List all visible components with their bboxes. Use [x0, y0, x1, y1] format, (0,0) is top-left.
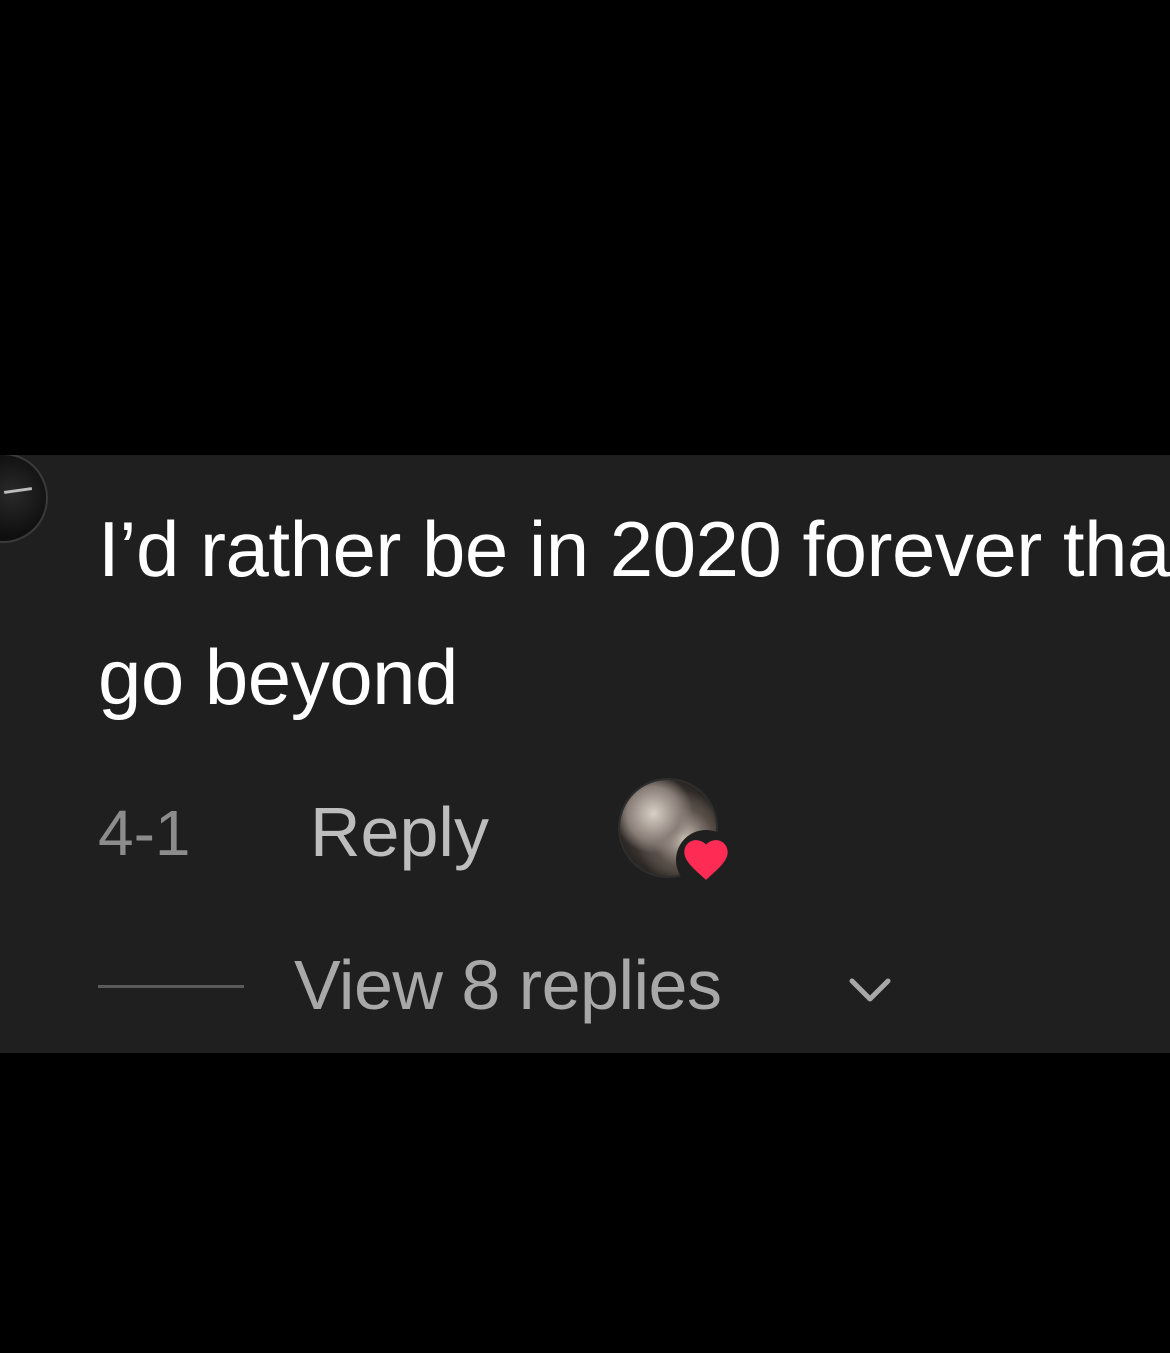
- commenter-avatar[interactable]: [0, 455, 48, 543]
- comment-date: 4-1: [98, 797, 191, 869]
- comment-text: I’d rather be in 2020 forever than go be…: [98, 505, 1170, 721]
- avatar-mark: [3, 487, 33, 494]
- chevron-down-icon: [849, 978, 891, 1002]
- view-replies-button[interactable]: View 8 replies: [98, 945, 998, 1025]
- reply-button[interactable]: Reply: [310, 794, 489, 870]
- heart-badge: [676, 830, 736, 890]
- creator-liked-indicator: [618, 778, 738, 890]
- view-replies-label: View 8 replies: [294, 946, 722, 1024]
- heart-icon: [684, 840, 728, 880]
- comment-meta-row: 4-1 Reply: [98, 778, 898, 890]
- replies-divider: [98, 985, 244, 988]
- comment-item: I’d rather be in 2020 forever than go be…: [0, 455, 1170, 1053]
